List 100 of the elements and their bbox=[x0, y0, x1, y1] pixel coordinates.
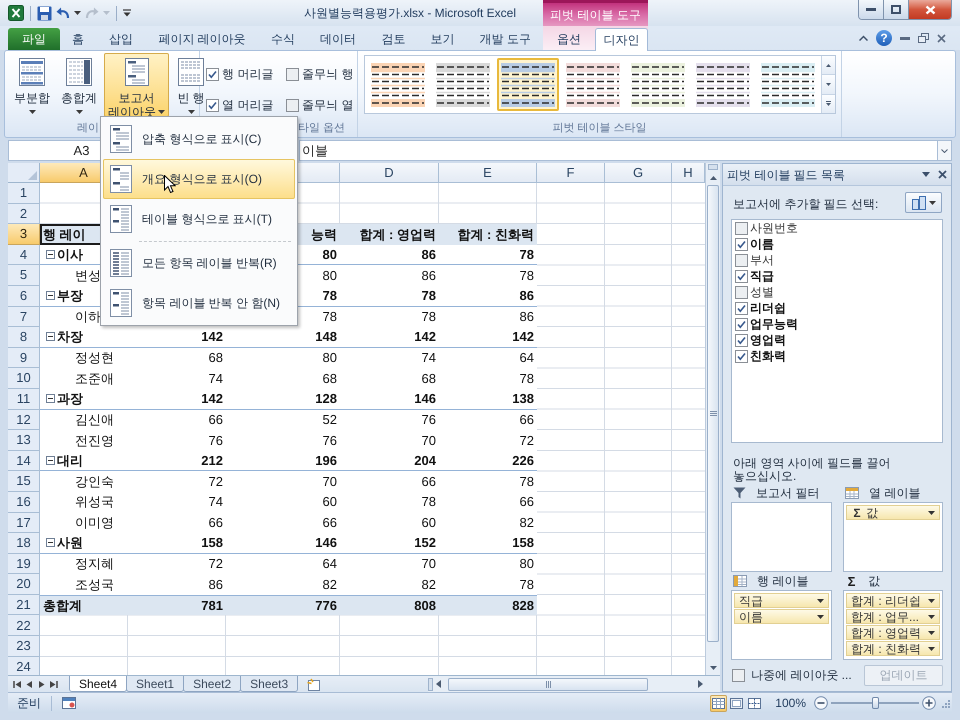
column-header[interactable]: D bbox=[340, 163, 439, 183]
field-chip[interactable]: 합계 : 업무... bbox=[846, 609, 940, 624]
checkbox-label[interactable]: 줄무늬 열 bbox=[302, 96, 354, 114]
right-arrow-icon[interactable] bbox=[696, 680, 704, 688]
field-name[interactable]: 영업력 bbox=[750, 331, 786, 349]
row-number[interactable]: 12 bbox=[8, 410, 40, 430]
field-name[interactable]: 성별 bbox=[750, 283, 774, 301]
checkbox[interactable] bbox=[735, 238, 748, 250]
row-number[interactable]: 19 bbox=[8, 554, 40, 574]
menu-item[interactable]: 모든 항목 레이블 반복(R) bbox=[103, 243, 295, 283]
field-name[interactable]: 리더쉽 bbox=[750, 299, 786, 317]
collapse-icon[interactable] bbox=[46, 291, 55, 300]
collapse-icon[interactable] bbox=[46, 394, 55, 404]
ribbon-tab[interactable]: 검토 bbox=[369, 28, 418, 50]
minimize-icon[interactable] bbox=[900, 36, 910, 40]
gallery-scroll-up-button[interactable] bbox=[822, 56, 835, 76]
column-header[interactable]: H bbox=[672, 163, 705, 183]
close-button[interactable] bbox=[909, 0, 951, 19]
checkbox-label[interactable]: 열 머리글 bbox=[222, 96, 274, 114]
ribbon-button[interactable]: 부분합 bbox=[10, 53, 54, 117]
checkbox[interactable] bbox=[735, 222, 748, 234]
macro-record-icon[interactable] bbox=[62, 697, 76, 709]
field-name[interactable]: 사원번호 bbox=[750, 219, 798, 237]
collapse-icon[interactable] bbox=[46, 250, 55, 260]
collapse-ribbon-icon[interactable] bbox=[859, 35, 868, 41]
row-number[interactable]: 7 bbox=[8, 306, 40, 328]
sheet-tab[interactable]: Sheet1 bbox=[126, 676, 184, 692]
expand-formula-bar-button[interactable] bbox=[938, 140, 952, 161]
row-number[interactable]: 10 bbox=[8, 368, 40, 389]
field-chip[interactable]: Σ 값 bbox=[846, 505, 940, 520]
help-button[interactable]: ? bbox=[876, 30, 892, 46]
collapse-icon[interactable] bbox=[46, 456, 55, 466]
field-chip[interactable]: 이름 bbox=[734, 609, 829, 624]
close-icon[interactable] bbox=[937, 34, 946, 42]
row-number[interactable]: 24 bbox=[8, 656, 40, 675]
row-number[interactable]: 15 bbox=[8, 471, 40, 492]
maximize-button[interactable] bbox=[884, 0, 909, 19]
ribbon-tab[interactable]: 옵션 bbox=[543, 28, 594, 50]
first-sheet-icon[interactable] bbox=[13, 680, 22, 688]
row-number[interactable]: 13 bbox=[8, 430, 40, 451]
checkbox-label[interactable]: 줄무늬 행 bbox=[302, 65, 354, 83]
ribbon-tab[interactable]: 보기 bbox=[418, 28, 466, 50]
customize-toolbar-icon[interactable] bbox=[123, 9, 131, 17]
last-sheet-icon[interactable] bbox=[49, 680, 58, 688]
ribbon-tab[interactable]: 데이터 bbox=[308, 28, 368, 50]
spreadsheet-logo-icon[interactable] bbox=[8, 5, 24, 21]
column-header[interactable]: F bbox=[537, 163, 605, 183]
row-number[interactable]: 4 bbox=[8, 244, 40, 266]
close-icon[interactable] bbox=[938, 170, 947, 179]
field-name[interactable]: 직급 bbox=[750, 267, 774, 285]
slider-thumb[interactable] bbox=[872, 697, 878, 709]
row-number[interactable]: 1 bbox=[8, 183, 40, 204]
ribbon-tab[interactable]: 파일 bbox=[8, 28, 60, 50]
checkbox[interactable] bbox=[735, 286, 748, 298]
row-number[interactable]: 9 bbox=[8, 348, 40, 368]
row-number[interactable]: 8 bbox=[8, 327, 40, 348]
ribbon-tab[interactable]: 삽입 bbox=[97, 28, 146, 50]
row-number[interactable]: 20 bbox=[8, 574, 40, 595]
ribbon-tab[interactable]: 수식 bbox=[258, 28, 307, 50]
row-number[interactable]: 21 bbox=[8, 594, 40, 616]
collapse-icon[interactable] bbox=[46, 332, 55, 342]
field-chip[interactable]: 합계 : 친화력 bbox=[846, 641, 940, 656]
collapse-icon[interactable] bbox=[46, 538, 55, 548]
sheet-tab[interactable]: Sheet4 bbox=[69, 676, 128, 692]
row-number[interactable]: 2 bbox=[8, 204, 40, 224]
field-name[interactable]: 업무능력 bbox=[750, 315, 798, 333]
minimize-button[interactable] bbox=[859, 0, 884, 19]
ribbon-button[interactable]: 총합계 bbox=[57, 53, 101, 117]
undo-icon[interactable] bbox=[56, 7, 70, 19]
field-chip[interactable]: 직급 bbox=[734, 593, 829, 608]
checkbox[interactable] bbox=[735, 302, 748, 314]
row-number[interactable]: 5 bbox=[8, 265, 40, 286]
menu-item[interactable]: 개요 형식으로 표시(O) bbox=[103, 159, 295, 199]
scrollbar-thumb[interactable] bbox=[707, 185, 719, 642]
previous-sheet-icon[interactable] bbox=[25, 680, 34, 688]
gallery-more-button[interactable] bbox=[822, 94, 835, 113]
insert-sheet-icon[interactable] bbox=[306, 678, 322, 690]
scrollbar-thumb[interactable] bbox=[448, 678, 648, 690]
sheet-tab[interactable]: Sheet2 bbox=[183, 676, 242, 692]
checkbox[interactable] bbox=[735, 334, 748, 346]
field-name[interactable]: 이름 bbox=[750, 235, 774, 253]
zoom-in-icon[interactable] bbox=[922, 696, 936, 710]
column-header[interactable]: G bbox=[605, 163, 672, 183]
row-number[interactable]: 23 bbox=[8, 636, 40, 657]
checkbox[interactable] bbox=[206, 68, 219, 80]
menu-item[interactable]: 항목 레이블 반복 안 함(N) bbox=[103, 283, 295, 323]
row-number[interactable]: 18 bbox=[8, 533, 40, 554]
checkbox[interactable] bbox=[735, 254, 748, 266]
save-icon[interactable] bbox=[37, 6, 52, 20]
row-number[interactable]: 11 bbox=[8, 388, 40, 410]
checkbox[interactable] bbox=[735, 350, 748, 362]
checkbox[interactable] bbox=[206, 98, 219, 112]
checkbox[interactable] bbox=[735, 270, 748, 282]
gallery-scroll-down-button[interactable] bbox=[822, 75, 835, 95]
checkbox-label[interactable]: 나중에 레이아웃 ... bbox=[751, 666, 852, 684]
checkbox[interactable] bbox=[735, 318, 748, 330]
row-number[interactable]: 16 bbox=[8, 492, 40, 512]
field-name[interactable]: 친화력 bbox=[750, 347, 786, 365]
checkbox-label[interactable]: 행 머리글 bbox=[222, 65, 274, 83]
left-arrow-icon[interactable] bbox=[435, 680, 443, 688]
